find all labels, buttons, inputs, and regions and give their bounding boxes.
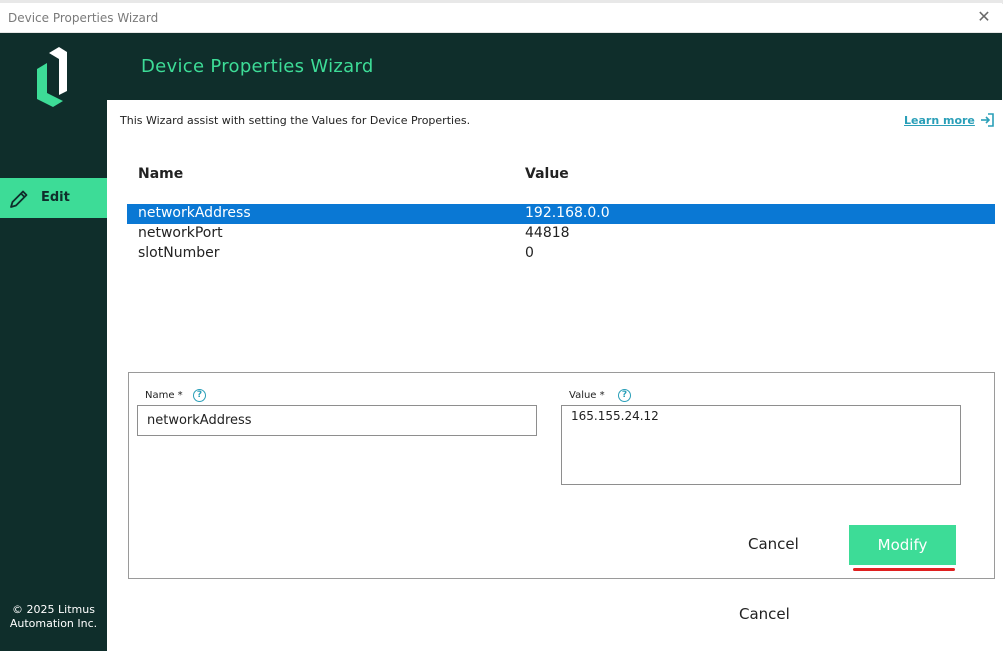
cell-name: slotNumber xyxy=(138,245,220,261)
question-circle-icon[interactable]: ? xyxy=(193,389,206,402)
sidebar: Edit © 2025 Litmus Automation Inc. xyxy=(0,33,107,651)
annotation-underline xyxy=(853,568,955,571)
pencil-icon xyxy=(10,190,28,208)
edit-form: Name * ? Value * ? 165.155.24.12 Cancel … xyxy=(128,372,995,579)
copyright-line-1: © 2025 Litmus xyxy=(12,603,95,616)
footer-cancel-button[interactable]: Cancel xyxy=(739,605,790,623)
table-row[interactable]: networkPort 44818 xyxy=(127,224,995,244)
sidebar-item-edit[interactable]: Edit xyxy=(0,178,107,218)
wizard-header: Device Properties Wizard xyxy=(107,33,1002,100)
cell-value: 44818 xyxy=(525,225,570,241)
question-circle-icon[interactable]: ? xyxy=(618,389,631,402)
cell-name: networkAddress xyxy=(138,205,251,221)
name-label: Name * xyxy=(145,390,183,401)
value-label: Value * xyxy=(569,390,605,401)
copyright-line-2: Automation Inc. xyxy=(9,617,98,630)
table-row[interactable]: slotNumber 0 xyxy=(127,244,995,264)
cell-name: networkPort xyxy=(138,225,223,241)
column-header-value: Value xyxy=(525,166,569,182)
value-input[interactable]: 165.155.24.12 xyxy=(561,405,961,485)
wizard-window: Device Properties Wizard ✕ Edit © 2025 L… xyxy=(0,3,1002,651)
main-content: This Wizard assist with setting the Valu… xyxy=(107,100,1002,651)
close-icon[interactable]: ✕ xyxy=(974,7,994,27)
form-cancel-button[interactable]: Cancel xyxy=(748,535,799,553)
name-input[interactable] xyxy=(137,405,537,436)
intro-text: This Wizard assist with setting the Valu… xyxy=(120,114,471,127)
column-header-name: Name xyxy=(138,166,184,182)
learn-more-link[interactable]: Learn more xyxy=(904,114,975,127)
table-row[interactable]: networkAddress 192.168.0.0 xyxy=(127,204,995,224)
window-title: Device Properties Wizard xyxy=(8,11,159,25)
modify-button[interactable]: Modify xyxy=(849,525,956,565)
sidebar-item-label: Edit xyxy=(41,190,70,205)
copyright-text: © 2025 Litmus Automation Inc. xyxy=(0,603,107,631)
cell-value: 0 xyxy=(525,245,534,261)
exit-arrow-icon[interactable] xyxy=(979,112,995,128)
cell-value: 192.168.0.0 xyxy=(525,205,610,221)
wizard-title: Device Properties Wizard xyxy=(141,56,374,77)
title-bar: Device Properties Wizard ✕ xyxy=(0,3,1002,33)
litmus-logo xyxy=(37,47,67,107)
